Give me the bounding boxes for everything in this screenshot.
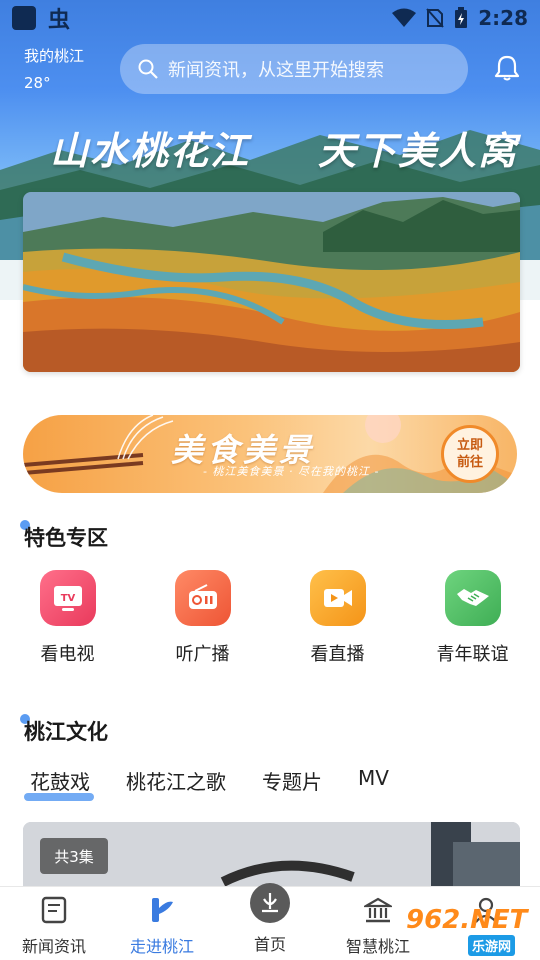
go-now-button[interactable]: 立即 前往 — [441, 425, 499, 483]
no-sim-icon — [426, 8, 444, 28]
status-time: 2:28 — [478, 6, 528, 30]
explore-icon — [147, 895, 177, 925]
museum-icon — [363, 895, 393, 925]
food-scenery-promo-banner[interactable]: 美食美景 - 桃江美食美景 · 尽在我的桃江 - 立即 前往 — [23, 415, 517, 493]
feature-watch-live[interactable]: 看直播 — [270, 570, 405, 666]
site-watermark: 962.NET 乐游网 — [406, 905, 538, 957]
slogan-left: 山水桃花江 — [50, 128, 251, 173]
nav-home[interactable]: 首页 — [216, 883, 324, 960]
feature-label: 青年联谊 — [436, 644, 509, 665]
search-bar[interactable]: 新闻资讯，从这里开始搜索 — [120, 44, 468, 94]
watermark-sub: 乐游网 — [468, 935, 516, 956]
feature-label: 听广播 — [175, 644, 230, 665]
features-section-title: 特色专区 — [24, 526, 108, 550]
promo-subtitle: - 桃江美食美景 · 尽在我的桃江 - — [203, 465, 380, 478]
bug-icon: 虫 — [48, 8, 71, 33]
terraced-fields-photo — [23, 192, 520, 372]
slogan-right: 天下美人窝 — [318, 128, 519, 173]
radio-icon — [174, 570, 231, 626]
live-video-icon — [309, 570, 366, 626]
temperature-label: 28° — [24, 74, 51, 92]
feature-label: 看电视 — [40, 644, 95, 665]
location-label[interactable]: 我的桃江 — [24, 45, 84, 66]
video-card[interactable]: 共3集 — [23, 822, 520, 892]
battery-charging-icon — [455, 7, 468, 28]
wifi-icon — [392, 8, 417, 27]
nav-news[interactable]: 新闻资讯 — [0, 887, 108, 960]
feature-watch-tv[interactable]: TV 看电视 — [0, 570, 135, 666]
watermark-main: 962.NET — [406, 905, 528, 935]
status-bar: 虫 2:28 — [0, 0, 540, 36]
feature-grid: TV 看电视 听广播 看直播 青年联谊 — [0, 570, 540, 666]
feature-youth-social[interactable]: 青年联谊 — [405, 570, 540, 666]
feature-label: 看直播 — [310, 644, 365, 665]
tab-mv[interactable]: MV — [358, 766, 389, 795]
search-icon — [138, 59, 158, 79]
app-notification-icon — [12, 6, 36, 30]
tab-taohuajiang-song[interactable]: 桃花江之歌 — [126, 766, 226, 795]
tab-huagu-opera[interactable]: 花鼓戏 — [24, 766, 94, 801]
scenic-banner[interactable] — [23, 192, 520, 372]
tv-icon: TV — [39, 570, 96, 626]
nav-label: 走进桃江 — [129, 937, 194, 956]
nav-label: 智慧桃江 — [345, 937, 410, 956]
feature-listen-radio[interactable]: 听广播 — [135, 570, 270, 666]
nav-label: 首页 — [253, 935, 286, 954]
search-placeholder: 新闻资讯，从这里开始搜索 — [168, 60, 384, 81]
culture-section-title: 桃江文化 — [24, 720, 108, 744]
go-now-line2: 前往 — [456, 455, 483, 470]
home-icon — [250, 883, 290, 923]
handshake-icon — [444, 570, 501, 626]
culture-tabs: 花鼓戏 桃花江之歌 专题片 MV — [24, 766, 425, 801]
notification-bell-icon[interactable] — [493, 54, 521, 82]
nav-explore-taojiang[interactable]: 走进桃江 — [108, 887, 216, 960]
nav-label: 新闻资讯 — [21, 937, 86, 956]
tab-documentary[interactable]: 专题片 — [262, 766, 322, 795]
episode-count-badge: 共3集 — [40, 838, 108, 874]
svg-text:TV: TV — [60, 593, 75, 604]
news-icon — [39, 895, 69, 925]
go-now-line1: 立即 — [456, 438, 483, 453]
